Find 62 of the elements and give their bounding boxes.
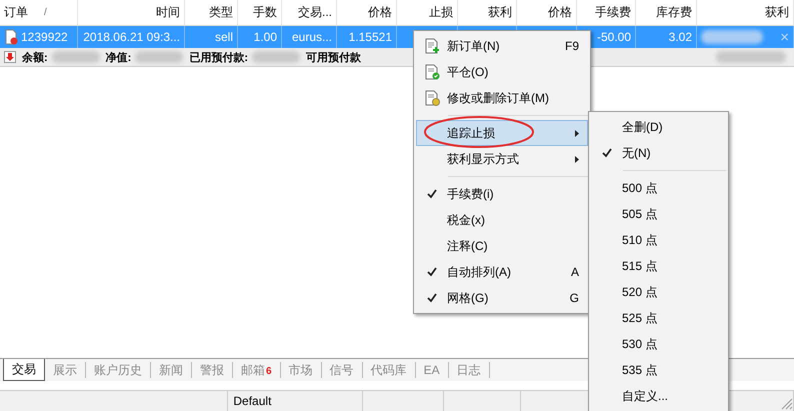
menu-item[interactable]: 530 点 bbox=[591, 331, 726, 357]
blurred-value bbox=[701, 30, 764, 44]
summary-label: 净值: bbox=[106, 50, 132, 64]
table-cell: sell bbox=[214, 30, 233, 44]
summary-label: 已用预付款: bbox=[189, 50, 248, 64]
menu-item[interactable]: 修改或删除订单(M) bbox=[416, 85, 588, 111]
column-header[interactable]: 获利 bbox=[697, 0, 794, 25]
menu-item[interactable]: 505 点 bbox=[591, 201, 726, 227]
menu-item[interactable]: 注释(C) bbox=[416, 233, 588, 259]
column-header[interactable]: 时间 bbox=[78, 0, 185, 25]
menu-item[interactable]: 自定义... bbox=[591, 383, 726, 409]
tab[interactable]: 邮箱6 bbox=[233, 362, 281, 378]
summary-label: 可用预付款 bbox=[306, 50, 362, 64]
resize-grip-icon bbox=[781, 398, 793, 410]
column-header[interactable]: 价格 bbox=[337, 0, 397, 25]
table-cell: 2018.06.21 09:3... bbox=[83, 30, 180, 44]
table-cell: 1.15521 bbox=[348, 30, 392, 44]
column-header[interactable]: 手续费 bbox=[577, 0, 636, 25]
column-header[interactable]: 交易... bbox=[282, 0, 337, 25]
menu-item[interactable]: 520 点 bbox=[591, 279, 726, 305]
menu-item[interactable]: 全删(D) bbox=[591, 114, 726, 140]
down-arrow-icon bbox=[4, 51, 16, 63]
table-cell: 3.02 bbox=[668, 30, 692, 44]
sort-indicator: / bbox=[44, 7, 47, 18]
menu-item[interactable]: 自动排列(A) A bbox=[416, 259, 588, 285]
shortcut-text: G bbox=[570, 291, 579, 305]
column-header[interactable]: 获利 bbox=[458, 0, 517, 25]
column-header[interactable]: 手数 bbox=[238, 0, 282, 25]
table-cell: 1239922 bbox=[21, 30, 68, 44]
shortcut-text: A bbox=[570, 265, 579, 279]
document-icon bbox=[424, 90, 440, 106]
document-icon bbox=[424, 38, 440, 54]
submenu-arrow-icon bbox=[575, 156, 579, 162]
column-header[interactable]: 止损 bbox=[397, 0, 458, 25]
menu-item[interactable]: 税金(x) bbox=[416, 207, 588, 233]
tab[interactable]: 交易 bbox=[3, 359, 45, 381]
menu-item[interactable]: 535 点 bbox=[591, 357, 726, 383]
table-cell: eurus... bbox=[292, 30, 332, 44]
summary-label: 余额: bbox=[22, 50, 48, 64]
submenu-arrow-icon bbox=[575, 130, 579, 136]
blurred-value bbox=[716, 51, 786, 63]
status-text: Default bbox=[233, 394, 272, 408]
column-header[interactable]: 订单 / bbox=[0, 0, 78, 25]
table-cell: -50.00 bbox=[596, 30, 631, 44]
column-header[interactable]: 库存费 bbox=[636, 0, 697, 25]
column-header[interactable]: 类型 bbox=[185, 0, 238, 25]
menu-item[interactable]: 网格(G) G bbox=[416, 285, 588, 311]
column-header[interactable]: 价格 bbox=[517, 0, 577, 25]
menu-item[interactable]: 平仓(O) bbox=[416, 59, 588, 85]
menu-item[interactable]: 手续费(i) bbox=[416, 181, 588, 207]
table-cell: 1.00 bbox=[254, 30, 277, 44]
menu-item[interactable]: 无(N) bbox=[591, 140, 726, 166]
menu-item[interactable]: 525 点 bbox=[591, 305, 726, 331]
menu-item[interactable]: 获利显示方式 bbox=[416, 146, 588, 172]
menu-item[interactable]: 515 点 bbox=[591, 253, 726, 279]
menu-item[interactable]: 500 点 bbox=[591, 175, 726, 201]
blurred-value bbox=[52, 51, 100, 63]
menu-item[interactable]: 510 点 bbox=[591, 227, 726, 253]
document-icon bbox=[4, 29, 18, 45]
blurred-value bbox=[252, 51, 300, 63]
blurred-value bbox=[135, 51, 184, 63]
document-icon bbox=[424, 64, 440, 80]
